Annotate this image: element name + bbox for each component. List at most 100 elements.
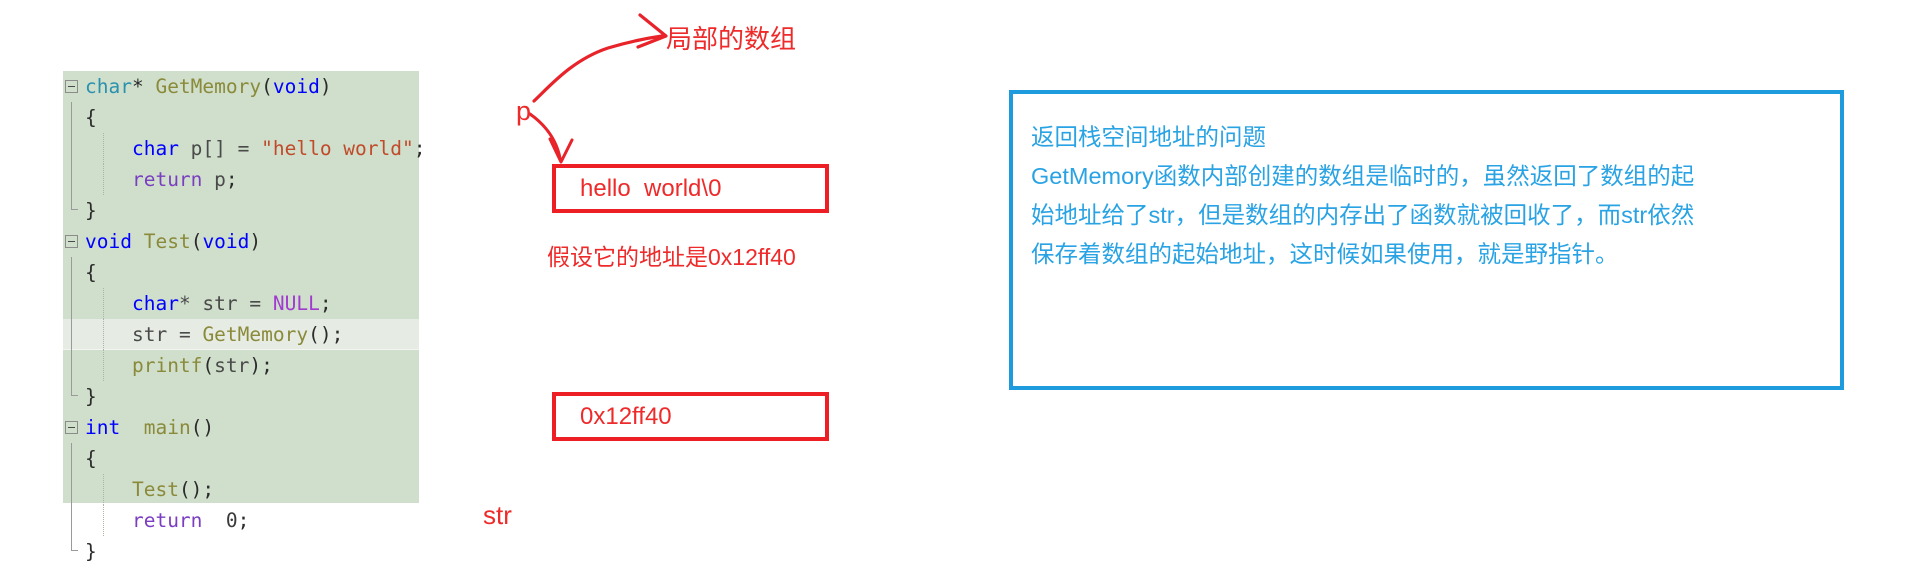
str-variable-box: 0x12ff40 [552,392,829,441]
code-token: ; [413,137,426,160]
code-line[interactable]: return p; [63,164,419,195]
code-fold-guide [63,288,85,319]
code-token: int [85,416,121,439]
explanation-note-box: 返回栈空间地址的问题 GetMemory函数内部创建的数组是临时的，虽然返回了数… [1009,90,1844,390]
code-token: GetMemory [155,75,262,98]
fold-guide-line [71,319,72,350]
code-token: "hello world" [261,137,414,160]
code-token: { [85,106,97,129]
code-line[interactable]: } [63,536,419,567]
code-line[interactable]: void Test(void) [63,226,419,257]
code-token: ; [237,509,250,532]
code-editor-panel[interactable]: char* GetMemory(void){ char p[] = "hello… [63,71,426,563]
code-token: void [272,75,320,98]
code-token: = [167,323,203,346]
code-token: { [85,261,97,284]
arrowhead-local-array [636,13,668,49]
code-token: void [85,230,132,253]
code-line[interactable]: { [63,257,419,288]
code-line[interactable]: char* GetMemory(void) [63,71,419,102]
code-token: (); [178,478,215,501]
minus-icon[interactable] [65,235,78,248]
collapse-toggle-icon[interactable] [63,71,85,102]
code-token: Test [143,230,191,253]
str-variable-label: str [483,500,512,530]
code-token: char [131,137,179,160]
code-token: char [131,292,179,315]
code-token: str [131,323,168,346]
code-line-text: return 0; [85,509,249,532]
code-token: (); [308,323,344,346]
code-token: ; [225,168,238,191]
code-fold-guide [63,133,85,164]
code-token: } [85,385,97,408]
code-token: main [143,416,191,439]
minus-icon[interactable] [65,421,78,434]
code-line[interactable]: Test(); [63,474,419,505]
fold-guide-line [71,257,72,288]
code-fold-guide [63,257,85,288]
pointer-p-label: p [516,96,532,126]
code-fold-end [63,381,85,412]
code-line-text: str = GetMemory(); [85,323,343,346]
minus-icon[interactable] [65,80,78,93]
code-token: () [190,416,215,439]
code-fold-guide [63,319,85,350]
array-memory-box: hello world\0 [552,164,829,213]
collapse-toggle-icon[interactable] [63,412,85,443]
code-token: p [202,168,226,191]
code-line[interactable]: int main() [63,412,419,443]
code-line-text: printf(str); [85,354,273,377]
code-line[interactable]: } [63,195,419,226]
code-line[interactable]: char p[] = "hello world"; [63,133,426,164]
code-line-text: } [85,199,97,222]
code-token: ( [261,75,273,98]
code-line-text: Test(); [85,478,214,501]
code-fold-end [63,195,85,226]
collapse-toggle-icon[interactable] [63,226,85,257]
code-token: ( [190,230,203,253]
code-line[interactable]: return 0; [63,505,419,536]
array-memory-box-text: hello world\0 [580,174,722,202]
code-line[interactable]: printf(str); [63,350,419,381]
code-fold-guide [63,164,85,195]
code-token: * [131,75,156,98]
fold-guide-line [71,288,72,319]
arrowhead-p-to-array-box [548,137,574,164]
code-line[interactable]: { [63,102,419,133]
code-line-text: char* str = NULL; [85,292,332,315]
memory-diagram: 局部的数组 p hello world\0 假设它的地址是0x12ff40 0x… [480,0,900,560]
code-line[interactable]: str = GetMemory(); [63,319,419,350]
fold-guide-line [71,505,72,536]
code-token: NULL [272,292,320,315]
annotation-arrows [528,13,668,164]
fold-guide-line [71,350,72,381]
fold-guide-line [71,443,72,474]
code-token: GetMemory [202,323,309,346]
code-fold-guide [63,474,85,505]
code-line-text: { [85,106,97,129]
fold-guide-line [71,474,72,505]
code-fold-guide [63,505,85,536]
code-line[interactable]: char* str = NULL; [63,288,419,319]
code-line[interactable]: { [63,443,419,474]
code-token: Test [131,478,179,501]
code-line-text: void Test(void) [85,230,261,253]
address-assumption-note: 假设它的地址是0x12ff40 [547,244,796,270]
code-token: ) [319,75,332,98]
code-token: ); [249,354,273,377]
code-line-text: int main() [85,416,214,439]
code-token: str [214,354,250,377]
code-token: printf [131,354,203,377]
explanation-title: 返回栈空间地址的问题 [1031,124,1266,150]
code-line[interactable]: } [63,381,419,412]
code-fold-guide [63,443,85,474]
